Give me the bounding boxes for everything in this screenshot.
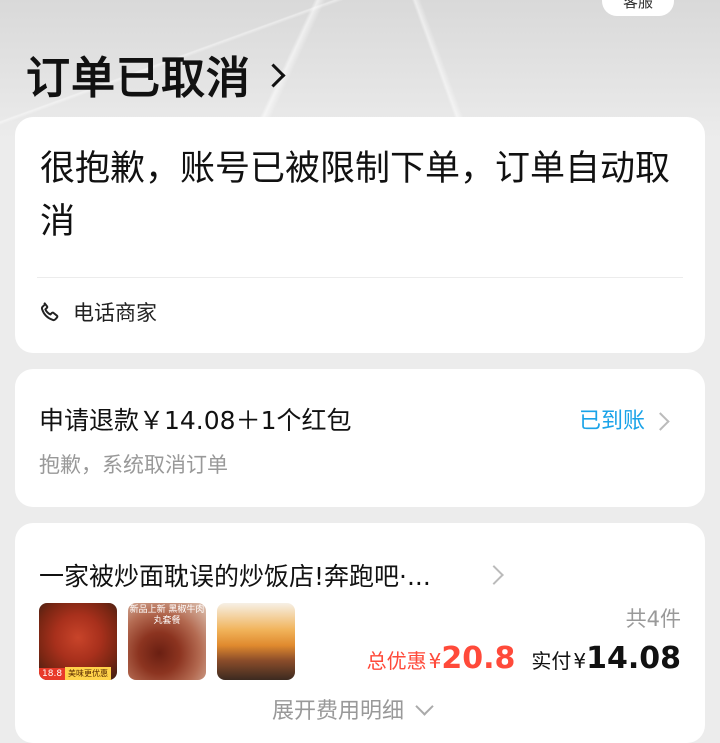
customer-service-label: 客服 [622, 0, 653, 11]
order-totals: 总优惠 ¥ 20.8 实付 ¥ 14.08 [367, 641, 681, 676]
expand-fee-details-button[interactable]: 展开费用明细 [272, 693, 434, 725]
chevron-right-icon [261, 62, 286, 88]
refund-card[interactable]: 申请退款￥14.08＋1个红包 抱歉，系统取消订单 已到账 [15, 369, 705, 507]
call-merchant-label: 电话商家 [73, 301, 157, 325]
discount-value: 20.8 [441, 641, 516, 676]
expand-fee-details-label: 展开费用明细 [272, 699, 405, 724]
item-count: 共4件 [625, 607, 681, 631]
phone-icon [40, 302, 59, 322]
shop-name-link[interactable]: 一家被炒面耽误的炒饭店!奔跑吧·... [39, 557, 431, 593]
food-thumbnail-cutlet[interactable] [217, 603, 295, 680]
call-merchant-button[interactable]: 电话商家 [37, 297, 157, 327]
chevron-right-icon [651, 412, 670, 431]
paid-currency: ¥ [573, 649, 587, 673]
page-title: 订单已取消 [26, 53, 251, 104]
customer-service-button[interactable]: 客服 [602, 0, 674, 16]
promo-tag: 美味更优惠 [65, 667, 111, 680]
food-thumbnail-meatballs[interactable]: 新品上新 黑椒牛肉丸套餐 [128, 603, 206, 680]
refund-status: 已到账 [578, 409, 645, 434]
refund-title: 申请退款￥14.08＋1个红包 [39, 406, 352, 435]
thumbnail-caption: 新品上新 黑椒牛肉丸套餐 [129, 605, 205, 626]
chevron-down-icon [415, 696, 434, 716]
order-card: 一家被炒面耽误的炒饭店!奔跑吧·... 18.8 美味更优惠 新品上新 黑椒牛肉… [15, 523, 705, 743]
discount-label: 总优惠 [366, 649, 427, 673]
chevron-right-icon [484, 565, 504, 585]
price-tag: 18.8 [39, 668, 66, 680]
cancel-reason-message: 很抱歉，账号已被限制下单，订单自动取消 [40, 149, 671, 242]
item-thumbnails[interactable]: 18.8 美味更优惠 新品上新 黑椒牛肉丸套餐 [39, 603, 295, 680]
paid-label: 实付 [531, 649, 572, 673]
refund-subtitle: 抱歉，系统取消订单 [39, 453, 228, 477]
order-status-header[interactable]: 订单已取消 [26, 42, 286, 106]
paid-value: 14.08 [586, 641, 681, 676]
discount-currency: ¥ [428, 649, 442, 673]
status-card: 很抱歉，账号已被限制下单，订单自动取消 电话商家 [15, 117, 705, 353]
food-thumbnail-noodles[interactable]: 18.8 美味更优惠 [39, 603, 117, 680]
divider [37, 277, 683, 278]
